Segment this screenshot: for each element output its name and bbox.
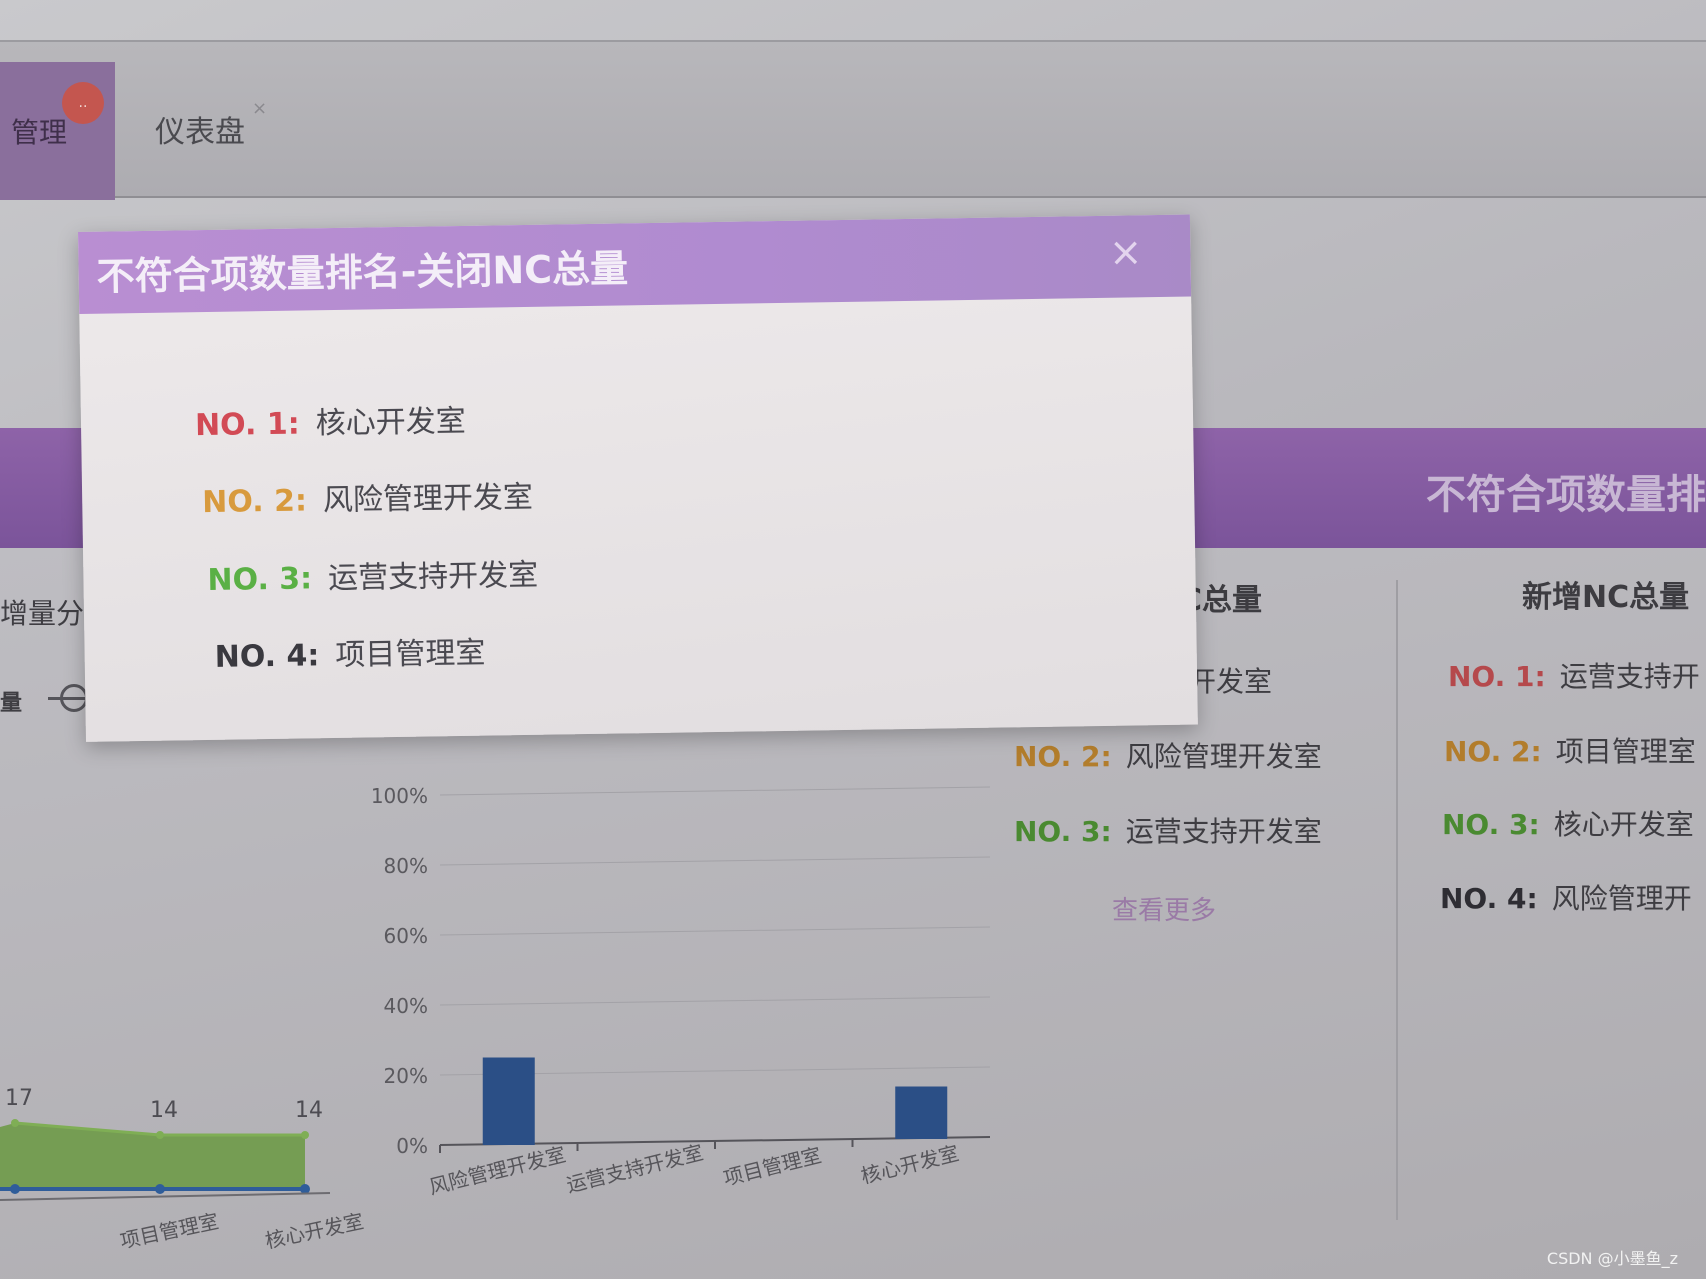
bar-gridline <box>439 996 991 1006</box>
modal-rank-row-1: NO. 1: 核心开发室 <box>195 396 466 444</box>
area-data-label: 17 <box>5 1086 33 1111</box>
bar-gridline <box>439 786 991 796</box>
tab-management[interactable]: 管理 <box>0 62 115 200</box>
rank-number: NO. 2: <box>1014 740 1112 773</box>
rank-number: NO. 3: <box>1014 815 1112 848</box>
close-nc-row-2: NO. 2: 风险管理开发室 <box>1014 735 1322 775</box>
bar-gridline <box>439 856 991 866</box>
bar-x-tick-label: 核心开发室 <box>858 1141 961 1188</box>
modal-rank-row-2: NO. 2: 风险管理开发室 <box>202 472 533 521</box>
tab-management-label: 管理 <box>10 116 67 149</box>
area-x-tick-label: 核心开发室 <box>263 1209 366 1250</box>
bar-y-tick-label: 100% <box>371 784 428 808</box>
area-x-tick-label: 项目管理室 <box>118 1209 221 1250</box>
watermark: CSDN @小墨鱼_z <box>1546 1249 1678 1268</box>
area-x-axis <box>0 1192 331 1201</box>
bar-y-tick-label: 60% <box>384 924 428 948</box>
rank-name: 运营支持开发室 <box>1125 815 1322 848</box>
rank-name: 项目管理室 <box>335 635 486 674</box>
notification-badge: .. <box>62 82 104 124</box>
rank-name: 核心开发室 <box>1553 808 1694 841</box>
bar-x-tick-label: 风险管理开发室 <box>427 1142 569 1199</box>
new-nc-row-3: NO. 3: 核心开发室 <box>1442 803 1694 843</box>
rank-number: NO. 1: <box>194 406 300 444</box>
panel-divider <box>1396 580 1398 1220</box>
modal-title: 不符合项数量排名-关闭NC总量 <box>96 245 629 299</box>
rank-name: 运营支持开 <box>1559 660 1700 693</box>
close-nc-row-1-name: 开发室 <box>1188 665 1273 698</box>
area-point <box>11 1119 19 1127</box>
left-panel-title: 增量分 <box>0 597 85 630</box>
rank-number: NO. 3: <box>1442 808 1540 841</box>
area-data-label: 14 <box>150 1098 178 1123</box>
close-nc-row-3: NO. 3: 运营支持开发室 <box>1014 810 1322 850</box>
area-point <box>301 1131 309 1139</box>
bar-x-tick-label: 项目管理室 <box>721 1143 824 1190</box>
area-point-2 <box>155 1184 165 1194</box>
rank-name: 风险管理开发室 <box>322 479 534 519</box>
see-more-link[interactable]: 查看更多 <box>1112 890 1216 927</box>
modal-rank-row-4: NO. 4: 项目管理室 <box>214 628 485 676</box>
bar-4 <box>895 1086 948 1139</box>
rank-number: NO. 2: <box>1444 735 1542 768</box>
legend-label: 量 <box>0 691 23 716</box>
rank-name: 项目管理室 <box>1555 735 1696 768</box>
rank-number: NO. 3: <box>207 561 313 599</box>
legend-marker-icon[interactable] <box>60 684 88 712</box>
tab-dashboard[interactable]: 仪表盘 <box>155 107 245 151</box>
rank-name: 风险管理开 <box>1551 882 1692 915</box>
modal-body: NO. 1: 核心开发室 NO. 2: 风险管理开发室 NO. 3: 运营支持开发室 … <box>79 297 1198 742</box>
close-nc-row-1: 开发室 <box>1188 660 1272 700</box>
bar-1 <box>482 1057 535 1145</box>
new-nc-row-4: NO. 4: 风险管理开 <box>1440 877 1692 917</box>
tab-bar: 管理 .. 仪表盘 × <box>0 40 1706 200</box>
bar-x-tick-label: 运营支持开发室 <box>564 1140 706 1197</box>
rank-name: 核心开发室 <box>315 403 466 442</box>
close-icon[interactable]: × <box>1109 229 1143 276</box>
bar-gridline <box>439 926 991 936</box>
rank-name: 运营支持开发室 <box>327 557 539 597</box>
bar-y-tick-label: 40% <box>384 994 428 1018</box>
new-nc-panel-title: 新增NC总量 <box>1522 580 1690 615</box>
area-point <box>156 1131 164 1139</box>
section-title: 不符合项数量排 <box>1426 472 1706 518</box>
area-data-label: 14 <box>295 1098 323 1123</box>
area-point-2 <box>10 1184 20 1194</box>
new-nc-row-2: NO. 2: 项目管理室 <box>1444 730 1696 770</box>
bar-y-tick-label: 20% <box>384 1064 428 1088</box>
rank-number: NO. 4: <box>1440 882 1538 915</box>
ranking-modal: 不符合项数量排名-关闭NC总量 × NO. 1: 核心开发室 NO. 2: 风险管理… <box>78 214 1198 742</box>
rank-name: 风险管理开发室 <box>1125 740 1322 773</box>
bar-y-tick-label: 80% <box>384 854 428 878</box>
rank-number: NO. 4: <box>214 638 320 675</box>
rank-number: NO. 2: <box>201 483 308 521</box>
modal-rank-row-3: NO. 3: 运营支持开发室 <box>207 550 538 599</box>
rank-number: NO. 1: <box>1448 660 1546 693</box>
new-nc-row-1: NO. 1: 运营支持开 <box>1448 655 1700 695</box>
tab-close-icon[interactable]: × <box>252 98 267 119</box>
nc-charts: 171414室项目管理室核心开发室0%20%40%60%80%100%风险管理开… <box>0 784 991 1250</box>
bar-y-tick-label: 0% <box>396 1134 428 1158</box>
